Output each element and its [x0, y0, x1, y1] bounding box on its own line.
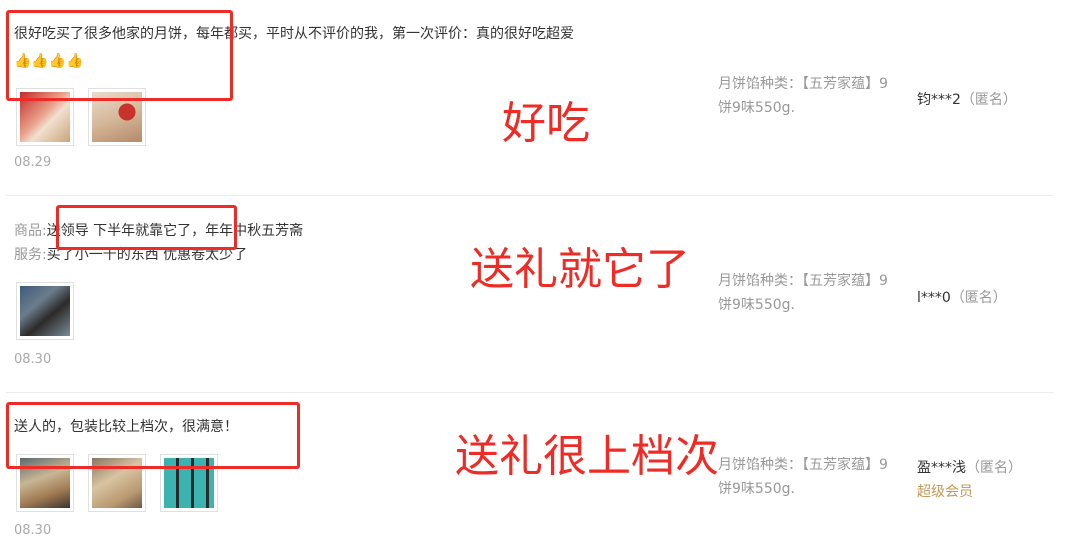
anonymous-tag: （匿名） [966, 460, 1022, 476]
review-item: 商品:送领导 下半年就靠它了，年年中秋五芳斋 服务:买了小一千的东西 优惠卷太少… [0, 196, 1055, 392]
reviewer-nickname: 钧***2 [917, 92, 961, 108]
reviewer-nickname: l***0 [917, 290, 951, 306]
annotation-text: 送礼就它了 [470, 244, 690, 295]
service-label: 服务: [14, 247, 47, 263]
product-label: 商品: [14, 223, 47, 239]
reviewer-name: 盈***浅（匿名） [917, 457, 1022, 477]
review-date: 08.30 [14, 523, 52, 538]
reviewer-name: 钧***2（匿名） [917, 89, 1017, 109]
product-variant: 月饼馅种类：【五芳家蕴】9饼9味550g. [718, 457, 888, 497]
review-photos [16, 282, 74, 340]
review-date: 08.30 [14, 352, 52, 367]
reviewer-name: l***0（匿名） [917, 287, 1007, 307]
highlight-box [6, 402, 300, 469]
anonymous-tag: （匿名） [950, 290, 1007, 306]
product-variant: 月饼馅种类：【五芳家蕴】9饼9味550g. [718, 76, 888, 116]
member-badge: 超级会员 [917, 484, 973, 500]
reviewer-nickname: 盈***浅 [917, 460, 966, 476]
review-item: 送人的，包装比较上档次，很满意！ 08.30 月饼馅种类：【五芳家蕴】9饼9味5… [0, 392, 1055, 556]
product-variant: 月饼馅种类：【五芳家蕴】9饼9味550g. [718, 273, 888, 313]
highlight-box [56, 205, 237, 250]
annotation-text: 送礼很上档次 [455, 431, 719, 482]
annotation-text: 好吃 [502, 98, 590, 149]
highlight-box [6, 10, 233, 101]
review-item: 很好吃买了很多他家的月饼，每年都买，平时从不评价的我，第一次评价：真的很好吃超爱… [0, 0, 1055, 196]
anonymous-tag: （匿名） [960, 92, 1017, 108]
review-photo[interactable] [16, 282, 74, 340]
review-date: 08.29 [14, 155, 52, 170]
